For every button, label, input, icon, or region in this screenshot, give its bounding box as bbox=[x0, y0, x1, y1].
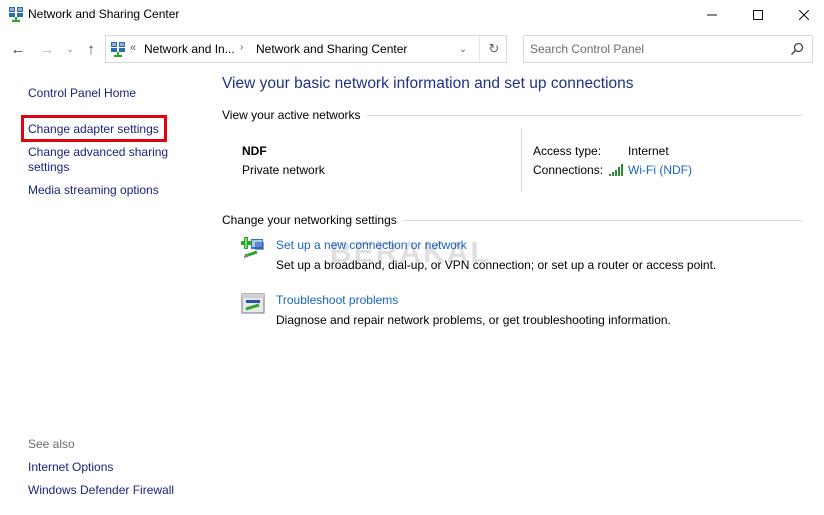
divider bbox=[366, 114, 802, 116]
navigation-bar: ← → ⌄ ↑ « Network and In... › Network an… bbox=[0, 34, 824, 64]
address-dropdown-button[interactable]: ⌄ bbox=[454, 40, 472, 58]
sidebar-item-change-adapter-settings[interactable]: Change adapter settings bbox=[28, 122, 159, 137]
active-networks-label: View your active networks bbox=[222, 108, 361, 122]
maximize-button[interactable] bbox=[735, 0, 781, 30]
forward-button[interactable]: → bbox=[37, 38, 57, 60]
new-connection-icon bbox=[241, 237, 264, 258]
wifi-connection-link[interactable]: Wi-Fi (NDF) bbox=[628, 163, 692, 177]
up-button[interactable]: ↑ bbox=[82, 38, 100, 60]
sidebar-item-change-advanced-sharing[interactable]: Change advanced sharing settings bbox=[28, 145, 188, 175]
page-title: View your basic network information and … bbox=[222, 75, 634, 92]
see-also-heading: See also bbox=[28, 437, 75, 451]
network-center-icon bbox=[9, 7, 23, 22]
network-name: NDF bbox=[242, 144, 267, 158]
access-type-label: Access type: bbox=[533, 144, 602, 158]
connections-label: Connections: bbox=[533, 163, 604, 177]
arrow-up-icon: ↑ bbox=[87, 40, 95, 58]
search-icon[interactable] bbox=[790, 42, 804, 56]
troubleshoot-problems-description: Diagnose and repair network problems, or… bbox=[276, 313, 671, 327]
title-bar: Network and Sharing Center bbox=[0, 0, 824, 30]
chevron-down-icon: ⌄ bbox=[66, 43, 74, 54]
change-settings-label: Change your networking settings bbox=[222, 213, 397, 227]
troubleshoot-icon bbox=[241, 293, 265, 314]
see-also-internet-options[interactable]: Internet Options bbox=[28, 460, 113, 475]
chevron-down-icon: ⌄ bbox=[458, 43, 468, 55]
maximize-icon bbox=[753, 10, 763, 20]
refresh-icon: ↻ bbox=[488, 41, 500, 56]
search-input[interactable] bbox=[530, 41, 780, 57]
change-settings-heading: Change your networking settings bbox=[222, 213, 802, 227]
back-button[interactable]: ← bbox=[8, 38, 28, 60]
network-category: Private network bbox=[242, 163, 325, 177]
setup-new-connection-description: Set up a broadband, dial-up, or VPN conn… bbox=[276, 258, 717, 272]
minimize-button[interactable] bbox=[689, 0, 735, 30]
arrow-left-icon: ← bbox=[10, 40, 26, 58]
setup-new-connection-link[interactable]: Set up a new connection or network bbox=[276, 238, 467, 252]
minimize-icon bbox=[707, 14, 717, 16]
access-type-value: Internet bbox=[628, 144, 669, 158]
sidebar-item-control-panel-home[interactable]: Control Panel Home bbox=[28, 86, 136, 101]
active-networks-heading: View your active networks bbox=[222, 108, 802, 122]
arrow-right-icon: → bbox=[39, 40, 55, 58]
sidebar-item-media-streaming[interactable]: Media streaming options bbox=[28, 183, 159, 198]
close-icon bbox=[799, 10, 809, 20]
window-title: Network and Sharing Center bbox=[28, 7, 180, 21]
overflow-chevron-icon[interactable]: « bbox=[130, 42, 136, 54]
breadcrumb-network-sharing-center[interactable]: Network and Sharing Center bbox=[256, 42, 407, 56]
divider bbox=[521, 128, 522, 192]
close-button[interactable] bbox=[781, 0, 824, 30]
divider bbox=[402, 219, 802, 221]
troubleshoot-problems-link[interactable]: Troubleshoot problems bbox=[276, 293, 398, 307]
recent-locations-button[interactable]: ⌄ bbox=[63, 38, 77, 60]
network-center-icon bbox=[111, 42, 125, 57]
breadcrumb-network-internet[interactable]: Network and In... bbox=[144, 42, 235, 56]
divider bbox=[479, 36, 480, 62]
see-also-windows-defender-firewall[interactable]: Windows Defender Firewall bbox=[28, 483, 174, 498]
breadcrumb-separator-icon[interactable]: › bbox=[240, 42, 243, 53]
refresh-button[interactable]: ↻ bbox=[483, 39, 505, 59]
wifi-signal-icon bbox=[609, 164, 623, 176]
address-bar[interactable]: « Network and In... › Network and Sharin… bbox=[105, 35, 507, 63]
search-box bbox=[523, 35, 813, 63]
